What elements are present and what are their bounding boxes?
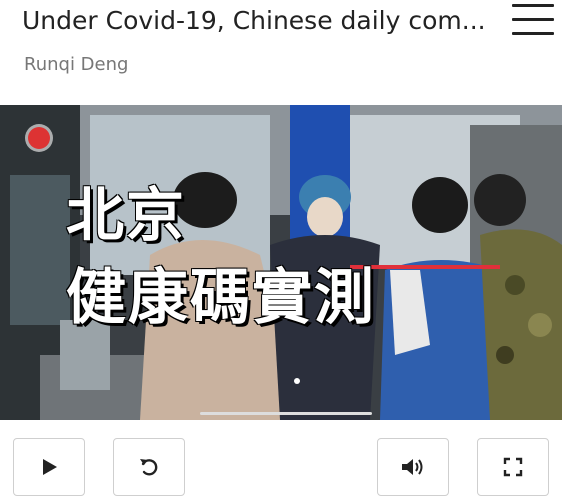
video-progress-bar[interactable] [200,412,372,415]
page-title: Under Covid-19, Chinese daily com... [22,6,486,35]
header: Under Covid-19, Chinese daily com... Run… [0,0,562,100]
fullscreen-icon [503,457,523,477]
live-record-icon [28,127,50,149]
video-overlay-title: 北京 [66,181,187,249]
volume-icon [402,459,423,475]
play-icon [43,459,57,475]
video-overlay-subtitle: 健康碼實測 [66,263,376,333]
video-player[interactable]: 北京 健康碼實測 [0,105,562,420]
replay-button[interactable] [113,438,185,496]
player-controls [0,438,562,498]
author-name: Runqi Deng [24,54,129,75]
play-button[interactable] [13,438,85,496]
video-dot-indicator [294,378,300,384]
hamburger-menu-icon[interactable] [510,0,556,40]
replay-icon [140,459,158,476]
volume-button[interactable] [377,438,449,496]
fullscreen-button[interactable] [477,438,549,496]
